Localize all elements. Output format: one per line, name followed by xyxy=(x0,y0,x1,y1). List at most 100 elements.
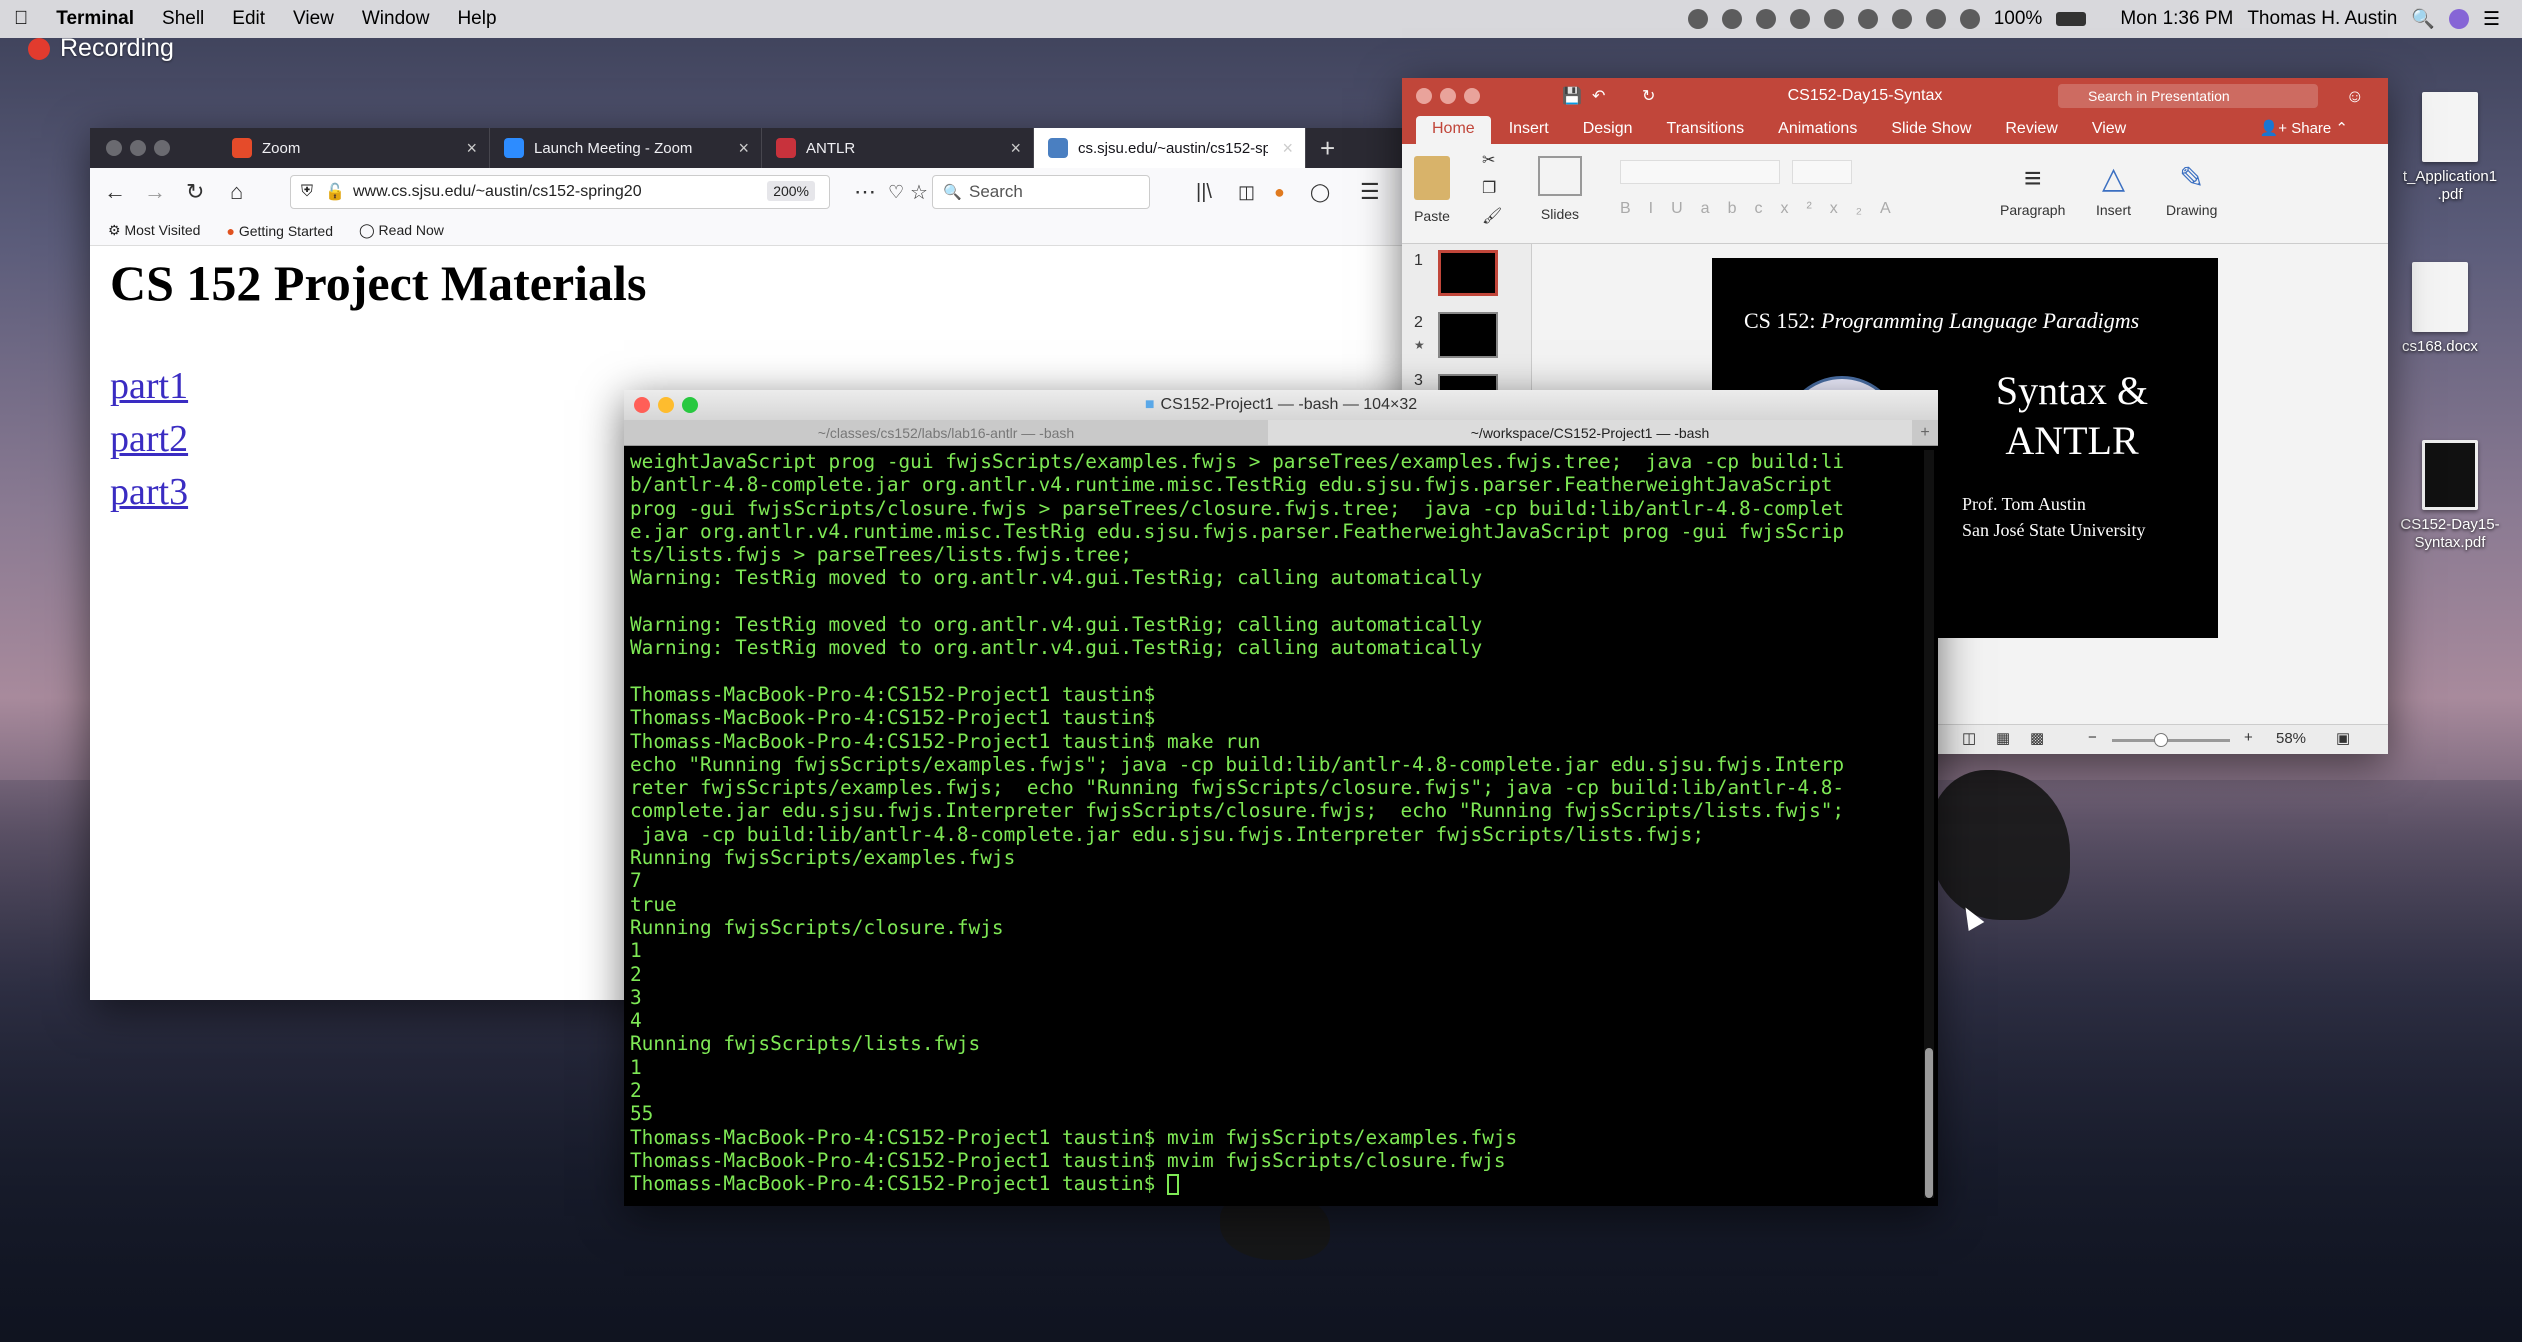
volume-icon[interactable] xyxy=(1959,9,1980,29)
paragraph-button[interactable]: ≡ Paragraph xyxy=(2000,156,2065,218)
menu-app-terminal[interactable]: Terminal xyxy=(42,8,148,30)
user-name[interactable]: Thomas H. Austin xyxy=(2247,8,2397,30)
zoom-level-badge[interactable]: 200% xyxy=(767,181,815,201)
menu-shell[interactable]: Shell xyxy=(148,8,218,30)
slide-thumbnail-2[interactable] xyxy=(1438,312,1498,358)
drawing-button[interactable]: ✎ Drawing xyxy=(2166,156,2217,218)
ribbon-tab-animations[interactable]: Animations xyxy=(1762,120,1873,144)
tab-antlr[interactable]: ANTLR × xyxy=(762,128,1034,168)
zoom-in-icon[interactable]: + xyxy=(2244,729,2253,746)
status-icon[interactable] xyxy=(1789,9,1810,29)
close-tab-icon[interactable]: × xyxy=(1282,138,1293,159)
siri-icon[interactable] xyxy=(2448,9,2469,29)
extension-icon[interactable]: ● xyxy=(1274,182,1285,203)
bluetooth-icon[interactable] xyxy=(1891,9,1912,29)
zoom-window-icon[interactable] xyxy=(1464,88,1480,104)
new-tab-button[interactable]: + xyxy=(1306,128,1335,168)
close-window-icon[interactable] xyxy=(634,397,650,413)
zoom-percent[interactable]: 58% xyxy=(2276,730,2306,747)
link-part3[interactable]: part3 xyxy=(110,470,188,514)
battery-percent[interactable]: 100% xyxy=(1994,8,2043,30)
battery-icon[interactable] xyxy=(2056,12,2087,26)
close-window-icon[interactable] xyxy=(106,140,122,156)
bookmark-read-now[interactable]: ◯ Read Now xyxy=(359,222,444,239)
ribbon-tab-view[interactable]: View xyxy=(2076,120,2142,144)
dropbox-icon[interactable] xyxy=(1687,9,1708,29)
back-icon[interactable]: ← xyxy=(104,179,126,205)
url-bar[interactable]: ⛨ 🔓 www.cs.sjsu.edu/~austin/cs152-spring… xyxy=(290,175,830,209)
desktop-file-syntax-pdf[interactable]: CS152-Day15- Syntax.pdf xyxy=(2380,440,2520,552)
zoom-out-icon[interactable]: − xyxy=(2088,729,2097,746)
shield-icon[interactable]: ⛨ xyxy=(301,183,313,201)
close-tab-icon[interactable]: × xyxy=(466,138,477,159)
close-window-icon[interactable] xyxy=(1416,88,1432,104)
copy-icon[interactable]: ❐ xyxy=(1482,178,1496,198)
scrollbar-thumb[interactable] xyxy=(1925,1048,1933,1198)
ribbon-tab-transitions[interactable]: Transitions xyxy=(1651,120,1761,144)
save-icon[interactable]: 💾 xyxy=(1562,86,1582,106)
redo-icon[interactable]: ↻ xyxy=(1642,86,1655,106)
hamburger-menu-icon[interactable]: ☰ xyxy=(1360,179,1380,205)
smiley-feedback-icon[interactable]: ☺ xyxy=(2346,86,2364,107)
bookmark-getting-started[interactable]: ● Getting Started xyxy=(226,223,333,239)
new-terminal-tab-button[interactable]: + xyxy=(1912,420,1938,445)
format-painter-icon[interactable]: 🖌 xyxy=(1482,206,1502,226)
ribbon-tab-design[interactable]: Design xyxy=(1567,120,1649,144)
terminal-output[interactable]: weightJavaScript prog -gui fwjsScripts/e… xyxy=(630,450,1916,1200)
link-part2[interactable]: part2 xyxy=(110,417,188,461)
menu-edit[interactable]: Edit xyxy=(218,8,279,30)
cut-icon[interactable]: ✂ xyxy=(1482,150,1495,170)
share-button[interactable]: 👤+ Share ⌃ xyxy=(2260,119,2388,144)
minimize-window-icon[interactable] xyxy=(130,140,146,156)
account-icon[interactable]: ◯ xyxy=(1310,182,1330,203)
airplay-icon[interactable] xyxy=(1823,9,1844,29)
normal-view-icon[interactable]: ◫ xyxy=(1962,729,1976,747)
fit-slide-icon[interactable]: ▣ xyxy=(2336,729,2350,747)
font-name-dropdown[interactable] xyxy=(1620,160,1780,184)
forward-icon[interactable]: → xyxy=(144,179,166,205)
font-size-dropdown[interactable] xyxy=(1792,160,1852,184)
menu-window[interactable]: Window xyxy=(348,8,444,30)
pocket-icon[interactable]: ♡ xyxy=(888,182,904,203)
terminal-tab-project1[interactable]: ~/workspace/CS152-Project1 — -bash xyxy=(1268,420,1912,445)
time-machine-icon[interactable] xyxy=(1857,9,1878,29)
minimize-window-icon[interactable] xyxy=(1440,88,1456,104)
bookmark-star-icon[interactable]: ☆ xyxy=(910,180,928,205)
home-icon[interactable]: ⌂ xyxy=(230,179,243,205)
paste-button[interactable]: Paste xyxy=(1414,156,1450,224)
slide-sorter-icon[interactable]: ▦ xyxy=(1996,729,2010,747)
reload-icon[interactable]: ↻ xyxy=(186,179,204,205)
zoom-slider-knob[interactable] xyxy=(2154,733,2168,747)
terminal-scrollbar[interactable] xyxy=(1924,450,1934,1198)
sidebar-icon[interactable]: ◫ xyxy=(1238,182,1255,203)
search-input[interactable]: 🔍 Search xyxy=(932,175,1150,209)
tab-zoom[interactable]: Zoom × xyxy=(218,128,490,168)
link-part1[interactable]: part1 xyxy=(110,364,188,408)
status-icon[interactable] xyxy=(1755,9,1776,29)
terminal-prompt-line[interactable]: Thomass-MacBook-Pro-4:CS152-Project1 tau… xyxy=(630,1172,1916,1196)
ribbon-tab-review[interactable]: Review xyxy=(1989,120,2073,144)
zoom-window-icon[interactable] xyxy=(682,397,698,413)
reading-view-icon[interactable]: ▩ xyxy=(2030,729,2044,747)
bookmark-most-visited[interactable]: ⚙ Most Visited xyxy=(108,222,200,239)
undo-icon[interactable]: ↶ xyxy=(1592,86,1605,106)
tab-cs152[interactable]: cs.sjsu.edu/~austin/cs152-spri × xyxy=(1034,128,1306,168)
ribbon-tab-insert[interactable]: Insert xyxy=(1493,120,1565,144)
ribbon-tab-slide-show[interactable]: Slide Show xyxy=(1875,120,1987,144)
wifi-icon[interactable] xyxy=(1925,9,1946,29)
notification-center-icon[interactable]: ☰ xyxy=(2483,8,2500,31)
insert-button[interactable]: △ Insert xyxy=(2096,156,2131,218)
clock[interactable]: Mon 1:36 PM xyxy=(2120,8,2233,30)
close-tab-icon[interactable]: × xyxy=(1010,138,1021,159)
page-actions-icon[interactable]: ⋯ xyxy=(854,179,876,205)
zoom-slider[interactable] xyxy=(2112,733,2230,747)
status-icon[interactable] xyxy=(1721,9,1742,29)
close-tab-icon[interactable]: × xyxy=(738,138,749,159)
desktop-file-docx[interactable]: cs168.docx xyxy=(2370,262,2510,356)
zoom-window-icon[interactable] xyxy=(154,140,170,156)
spotlight-icon[interactable]: 🔍 xyxy=(2411,7,2435,31)
library-icon[interactable]: ||\ xyxy=(1196,181,1212,204)
slide-thumbnail-1[interactable] xyxy=(1438,250,1498,296)
minimize-window-icon[interactable] xyxy=(658,397,674,413)
ribbon-tab-home[interactable]: Home xyxy=(1416,116,1491,144)
